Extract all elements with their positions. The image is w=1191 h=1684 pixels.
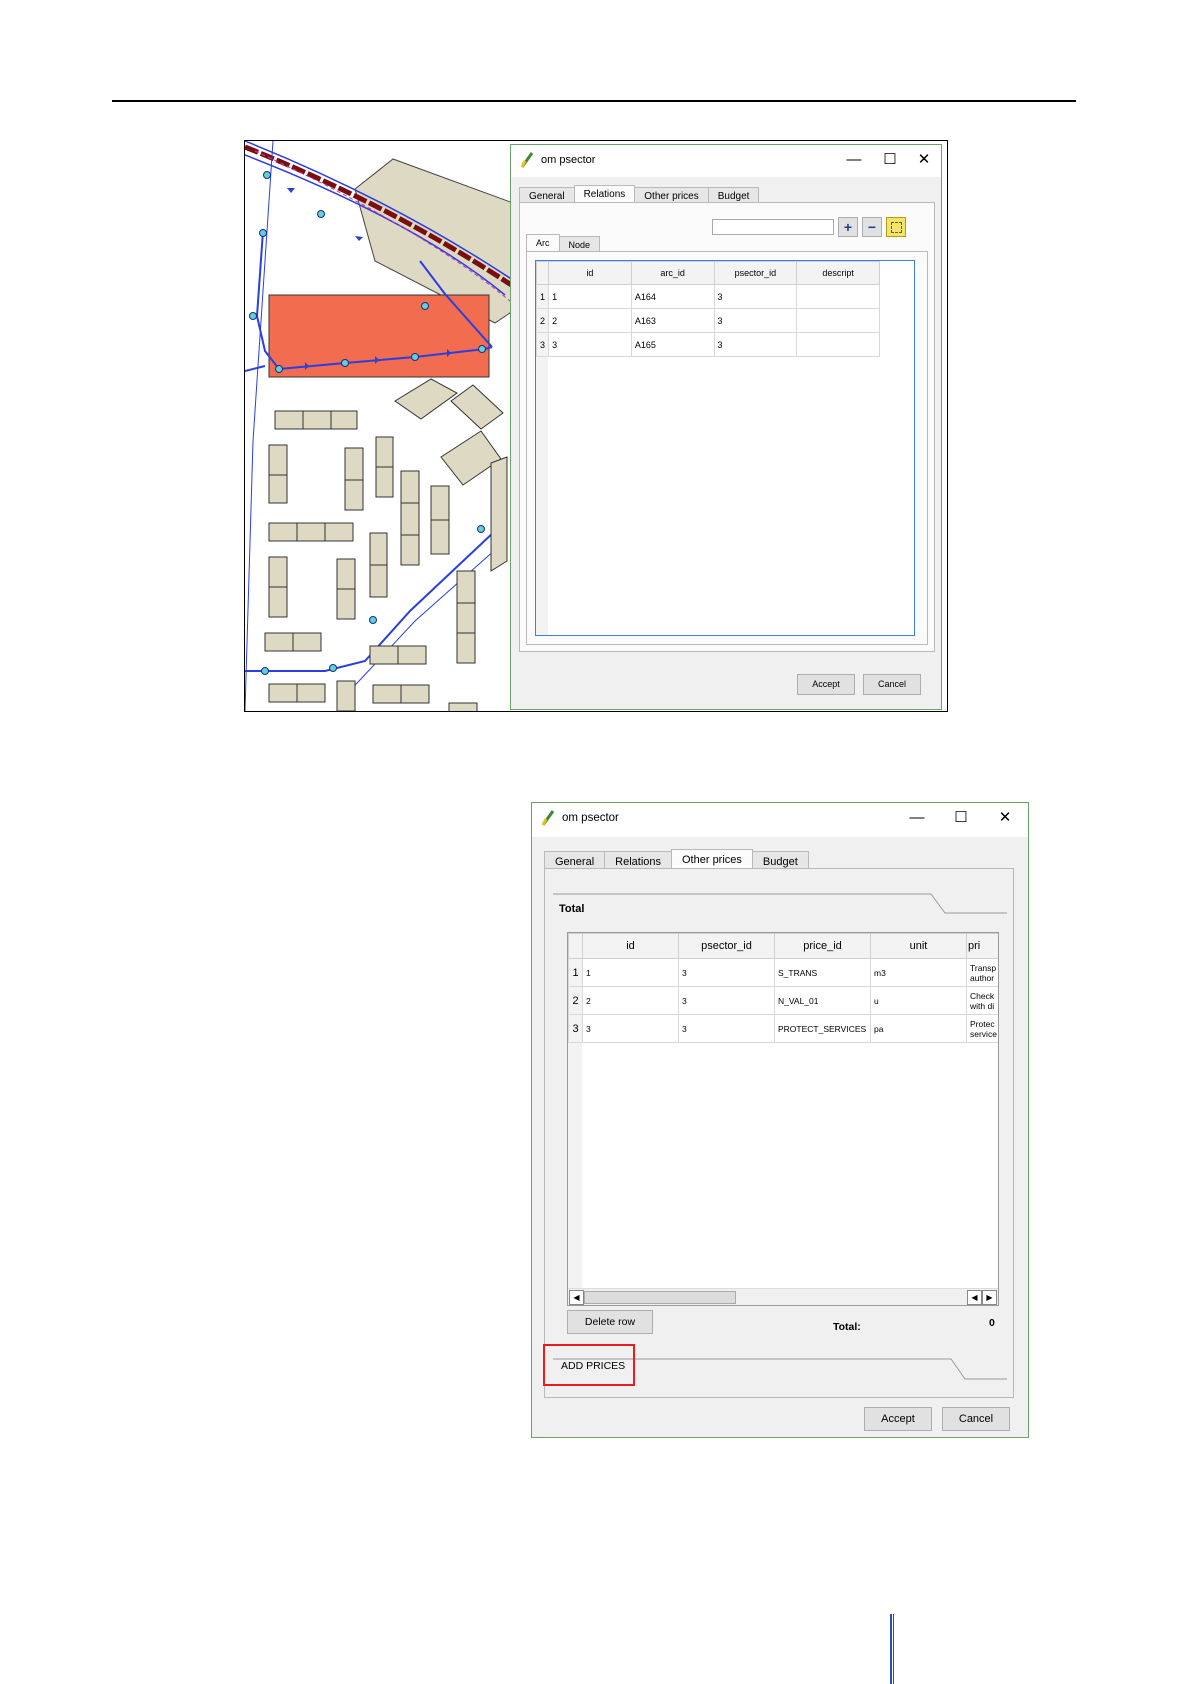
total-label: Total: (833, 1321, 861, 1333)
window-title: om psector (562, 812, 619, 824)
relations-pane: + − Arc Node id arc_id psector_id descri… (519, 202, 935, 652)
column-header[interactable]: arc_id (630, 261, 715, 285)
buildings (264, 378, 508, 711)
arc-pane: id arc_id psector_id descript 1 1 A164 3 (526, 251, 928, 645)
minimize-button[interactable]: — (843, 150, 865, 170)
remove-relation-button[interactable]: − (862, 217, 882, 237)
add-prices-group-title[interactable]: ADD PRICES (561, 1360, 625, 1372)
cancel-button[interactable]: Cancel (863, 674, 921, 695)
table-cell[interactable] (796, 332, 880, 357)
accept-button[interactable]: Accept (797, 674, 855, 695)
qgis-icon (520, 152, 534, 168)
prices-table-view: id psector_id price_id unit pri 1 1 3 S_… (567, 932, 999, 1306)
table-cell[interactable]: 3 (678, 1014, 775, 1043)
table-cell[interactable]: 2 (582, 986, 679, 1015)
minimize-button[interactable]: — (906, 808, 928, 828)
table-cell[interactable]: Protec service (966, 1014, 998, 1043)
accept-button[interactable]: Accept (864, 1407, 932, 1431)
maximize-button[interactable]: ☐ (879, 150, 901, 170)
column-header[interactable]: descript (796, 261, 880, 285)
table-cell[interactable] (796, 284, 880, 309)
column-header[interactable]: unit (870, 933, 967, 959)
table-cell[interactable]: A163 (630, 308, 715, 333)
table-cell[interactable]: 3 (548, 332, 632, 357)
row-number[interactable]: 1 (568, 958, 583, 987)
table-cell[interactable]: pa (870, 1014, 967, 1043)
column-header[interactable]: psector_id (678, 933, 775, 959)
row-number[interactable]: 2 (568, 986, 583, 1015)
table-row[interactable]: 3 3 A165 3 (536, 332, 880, 357)
select-on-map-button[interactable] (886, 217, 906, 237)
row-number[interactable]: 1 (536, 284, 550, 309)
table-cell[interactable]: u (870, 986, 967, 1015)
table-cell[interactable]: Check with di (966, 986, 998, 1015)
table-row[interactable]: 1 1 A164 3 (536, 284, 880, 309)
column-header[interactable]: pri (966, 933, 998, 959)
scroll-left-arrow-icon[interactable]: ◀ (967, 1290, 982, 1305)
table-cell[interactable]: 3 (582, 1014, 679, 1043)
section-title: Total (559, 903, 585, 915)
table-row[interactable]: 3 3 3 PROTECT_SERVICES pa Protec service (568, 1014, 998, 1043)
table-cell[interactable]: 3 (678, 986, 775, 1015)
table-cell[interactable]: 2 (548, 308, 632, 333)
total-value: 0 (989, 1317, 995, 1329)
cancel-button[interactable]: Cancel (942, 1407, 1010, 1431)
table-cell[interactable]: N_VAL_01 (774, 986, 871, 1015)
scroll-right-arrow-icon[interactable]: ▶ (982, 1290, 997, 1305)
prices-table: id psector_id price_id unit pri 1 1 3 S_… (568, 933, 998, 1043)
column-header[interactable]: id (582, 933, 679, 959)
title-bar: om psector — ☐ ✕ (532, 803, 1028, 837)
arc-table: id arc_id psector_id descript 1 1 A164 3 (536, 261, 880, 357)
table-cell[interactable]: 3 (678, 958, 775, 987)
horizontal-scrollbar[interactable]: ◀ ◀ ▶ (568, 1288, 998, 1305)
table-cell[interactable] (796, 308, 880, 333)
table-row[interactable]: 2 2 A163 3 (536, 308, 880, 333)
table-cell[interactable]: A164 (630, 284, 715, 309)
table-row[interactable]: 1 1 3 S_TRANS m3 Transp author (568, 958, 998, 987)
table-cell[interactable]: Transp author (966, 958, 998, 987)
other-prices-pane: Total id psector_id price_id unit pri 1 … (543, 868, 1014, 1398)
row-number[interactable]: 3 (536, 332, 550, 357)
row-number[interactable]: 3 (568, 1014, 583, 1043)
scroll-left-arrow-icon[interactable]: ◀ (569, 1290, 584, 1305)
psector-dialog-other-prices: om psector — ☐ ✕ General Relations Other… (531, 802, 1029, 1438)
select-feature-icon (890, 222, 902, 233)
close-button[interactable]: ✕ (913, 150, 935, 170)
title-bar: om psector — ☐ ✕ (511, 145, 941, 177)
table-cell[interactable]: 1 (582, 958, 679, 987)
column-header[interactable]: id (548, 261, 632, 285)
column-header[interactable]: price_id (774, 933, 871, 959)
arc-table-view: id arc_id psector_id descript 1 1 A164 3 (535, 260, 915, 636)
table-cell[interactable]: A165 (630, 332, 715, 357)
row-number[interactable]: 2 (536, 308, 550, 333)
window-title: om psector (541, 154, 596, 166)
table-cell[interactable]: 1 (548, 284, 632, 309)
page-footer-rule (890, 1614, 892, 1684)
psector-dialog-relations: om psector — ☐ ✕ General Relations Other… (510, 144, 942, 710)
group-frame-line (553, 893, 1007, 914)
table-cell[interactable]: S_TRANS (774, 958, 871, 987)
page-header-rule (112, 100, 1076, 102)
table-cell[interactable]: PROTECT_SERVICES (774, 1014, 871, 1043)
table-cell[interactable]: 3 (713, 284, 798, 309)
tab-other-prices[interactable]: Other prices (671, 849, 753, 870)
scrollbar-thumb[interactable] (584, 1291, 736, 1304)
column-header[interactable]: psector_id (713, 261, 798, 285)
qgis-icon (541, 810, 555, 826)
maximize-button[interactable]: ☐ (950, 808, 972, 828)
table-cell[interactable]: 3 (713, 332, 798, 357)
close-button[interactable]: ✕ (994, 808, 1016, 828)
filter-input[interactable] (712, 219, 834, 235)
table-cell[interactable]: 3 (713, 308, 798, 333)
delete-row-button[interactable]: Delete row (567, 1310, 653, 1334)
table-row[interactable]: 2 2 3 N_VAL_01 u Check with di (568, 986, 998, 1015)
table-cell[interactable]: m3 (870, 958, 967, 987)
add-relation-button[interactable]: + (838, 217, 858, 237)
